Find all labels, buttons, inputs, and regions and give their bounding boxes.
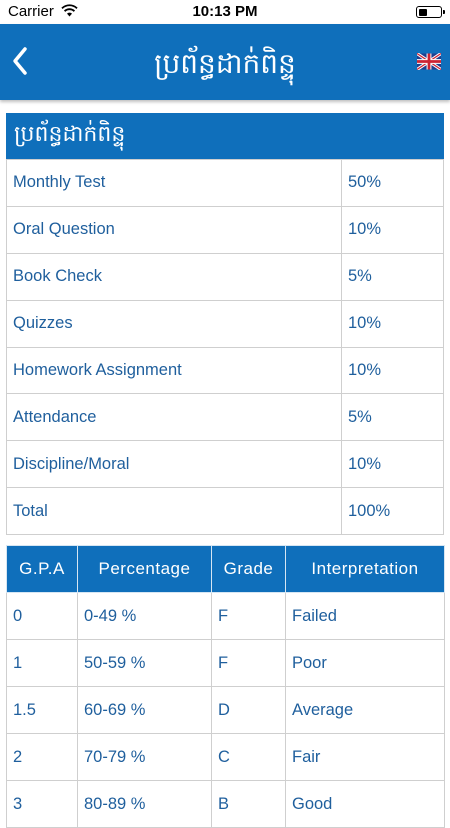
percentage-cell: 0-49 % xyxy=(77,592,212,640)
gpa-cell: 0 xyxy=(6,592,78,640)
table-row: 0 0-49 % F Failed xyxy=(6,592,445,640)
interpretation-cell: Fair xyxy=(285,733,445,781)
percentage-cell: 70-79 % xyxy=(77,733,212,781)
gpa-scale-section: G.P.A Percentage Grade Interpretation 0 … xyxy=(6,545,445,828)
gpa-cell: 1 xyxy=(6,639,78,687)
table-row: Homework Assignment 10% xyxy=(6,346,444,395)
percentage-cell: 80-89 % xyxy=(77,780,212,828)
table-row: Quizzes 10% xyxy=(6,299,444,348)
grade-cell: C xyxy=(211,733,286,781)
table-row: Discipline/Moral 10% xyxy=(6,440,444,489)
weight-label: Total xyxy=(6,487,342,536)
gpa-cell: 2 xyxy=(6,733,78,781)
interpretation-cell: Poor xyxy=(285,639,445,687)
weight-label: Homework Assignment xyxy=(6,346,342,395)
interpretation-cell: Average xyxy=(285,686,445,734)
weight-value: 50% xyxy=(341,159,444,207)
grade-cell: B xyxy=(211,780,286,828)
weights-table: Monthly Test 50% Oral Question 10% Book Ch… xyxy=(6,159,444,536)
weight-label: Attendance xyxy=(6,393,342,442)
table-header-row: G.P.A Percentage Grade Interpretation xyxy=(6,545,445,593)
grade-cell: D xyxy=(211,686,286,734)
weights-header: ប្រព័ន្ធដាក់ពិន្ទុ xyxy=(6,113,444,159)
nav-bar: ប្រព័ន្ធដាក់ពិន្ទុ xyxy=(0,24,450,100)
grading-weights-section: ប្រព័ន្ធដាក់ពិន្ទុ Monthly Test 50% Oral … xyxy=(6,113,444,536)
uk-flag-icon[interactable] xyxy=(417,53,441,70)
table-row: 3 80-89 % B Good xyxy=(6,780,445,828)
weight-value: 5% xyxy=(341,393,444,442)
weight-value: 10% xyxy=(341,440,444,489)
status-bar: Carrier 10:13 PM xyxy=(0,0,450,24)
weight-label: Quizzes xyxy=(6,299,342,348)
table-row: 1 50-59 % F Poor xyxy=(6,639,445,687)
weight-value: 10% xyxy=(341,205,444,254)
back-chevron-icon[interactable] xyxy=(8,44,32,78)
column-header-interpretation: Interpretation xyxy=(285,545,445,593)
column-header-grade: Grade xyxy=(211,545,286,593)
gpa-cell: 1.5 xyxy=(6,686,78,734)
table-row: 2 70-79 % C Fair xyxy=(6,733,445,781)
weight-label: Book Check xyxy=(6,252,342,301)
table-row: Monthly Test 50% xyxy=(6,159,444,207)
clock: 10:13 PM xyxy=(192,3,258,20)
weight-value: 100% xyxy=(341,487,444,536)
gpa-cell: 3 xyxy=(6,780,78,828)
weight-value: 10% xyxy=(341,299,444,348)
percentage-cell: 60-69 % xyxy=(77,686,212,734)
page-title: ប្រព័ន្ធដាក់ពិន្ទុ xyxy=(154,47,296,80)
grade-cell: F xyxy=(211,639,286,687)
interpretation-cell: Good xyxy=(285,780,445,828)
weight-value: 5% xyxy=(341,252,444,301)
weight-label: Oral Question xyxy=(6,205,342,254)
weight-value: 10% xyxy=(341,346,444,395)
table-row: Book Check 5% xyxy=(6,252,444,301)
percentage-cell: 50-59 % xyxy=(77,639,212,687)
table-row: Attendance 5% xyxy=(6,393,444,442)
grade-cell: F xyxy=(211,592,286,640)
battery-icon xyxy=(416,6,445,18)
table-row: 1.5 60-69 % D Average xyxy=(6,686,445,734)
interpretation-cell: Failed xyxy=(285,592,445,640)
gpa-table: G.P.A Percentage Grade Interpretation 0 … xyxy=(6,545,445,828)
weight-label: Monthly Test xyxy=(6,159,342,207)
weight-label: Discipline/Moral xyxy=(6,440,342,489)
table-row: Oral Question 10% xyxy=(6,205,444,254)
column-header-gpa: G.P.A xyxy=(6,545,78,593)
column-header-percentage: Percentage xyxy=(77,545,212,593)
table-row: Total 100% xyxy=(6,487,444,536)
